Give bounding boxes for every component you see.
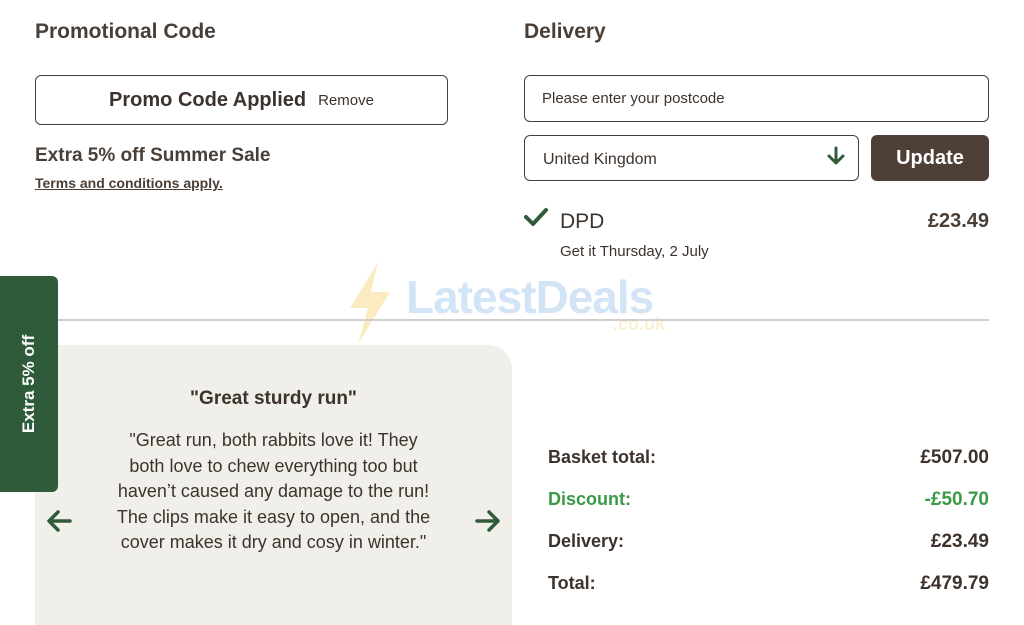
lightning-icon (350, 262, 390, 344)
delivery-price: £23.49 (927, 210, 989, 232)
delivery-heading: Delivery (524, 20, 606, 43)
postcode-input[interactable] (524, 75, 989, 122)
promo-description: Extra 5% off Summer Sale (35, 145, 271, 166)
update-button[interactable]: Update (871, 135, 989, 181)
arrow-right-icon[interactable] (475, 509, 501, 538)
promo-code-box: Promo Code Applied Remove (35, 75, 448, 125)
remove-promo-button[interactable]: Remove (318, 92, 374, 109)
country-select-value: United Kingdom (543, 151, 657, 168)
arrow-left-icon[interactable] (46, 509, 72, 538)
watermark-domain: .co.uk (613, 314, 666, 334)
section-divider (35, 319, 989, 321)
arrow-down-icon (826, 146, 846, 171)
promo-heading: Promotional Code (35, 20, 216, 43)
delivery-carrier: DPD (560, 210, 605, 233)
check-icon (524, 207, 548, 232)
watermark: LatestDeals .co.uk (340, 258, 700, 348)
country-select[interactable]: United Kingdom (524, 135, 859, 181)
discount-label: Discount: (548, 489, 631, 509)
basket-total-value: £507.00 (920, 447, 989, 468)
extra-discount-tab[interactable]: Extra 5% off (0, 276, 58, 492)
order-total-label: Total: (548, 573, 596, 593)
delivery-total-value: £23.49 (930, 531, 989, 552)
review-text: "Great run, both rabbits love it! They b… (116, 430, 431, 553)
order-total-value: £479.79 (920, 573, 989, 594)
terms-link[interactable]: Terms and conditions apply. (35, 175, 223, 191)
extra-discount-tab-label: Extra 5% off (19, 334, 38, 434)
discount-value: -£50.70 (924, 489, 989, 510)
review-title: "Great sturdy run" (190, 388, 357, 409)
delivery-total-label: Delivery: (548, 531, 625, 551)
basket-total-label: Basket total: (548, 447, 657, 467)
promo-applied-label: Promo Code Applied (109, 88, 307, 111)
